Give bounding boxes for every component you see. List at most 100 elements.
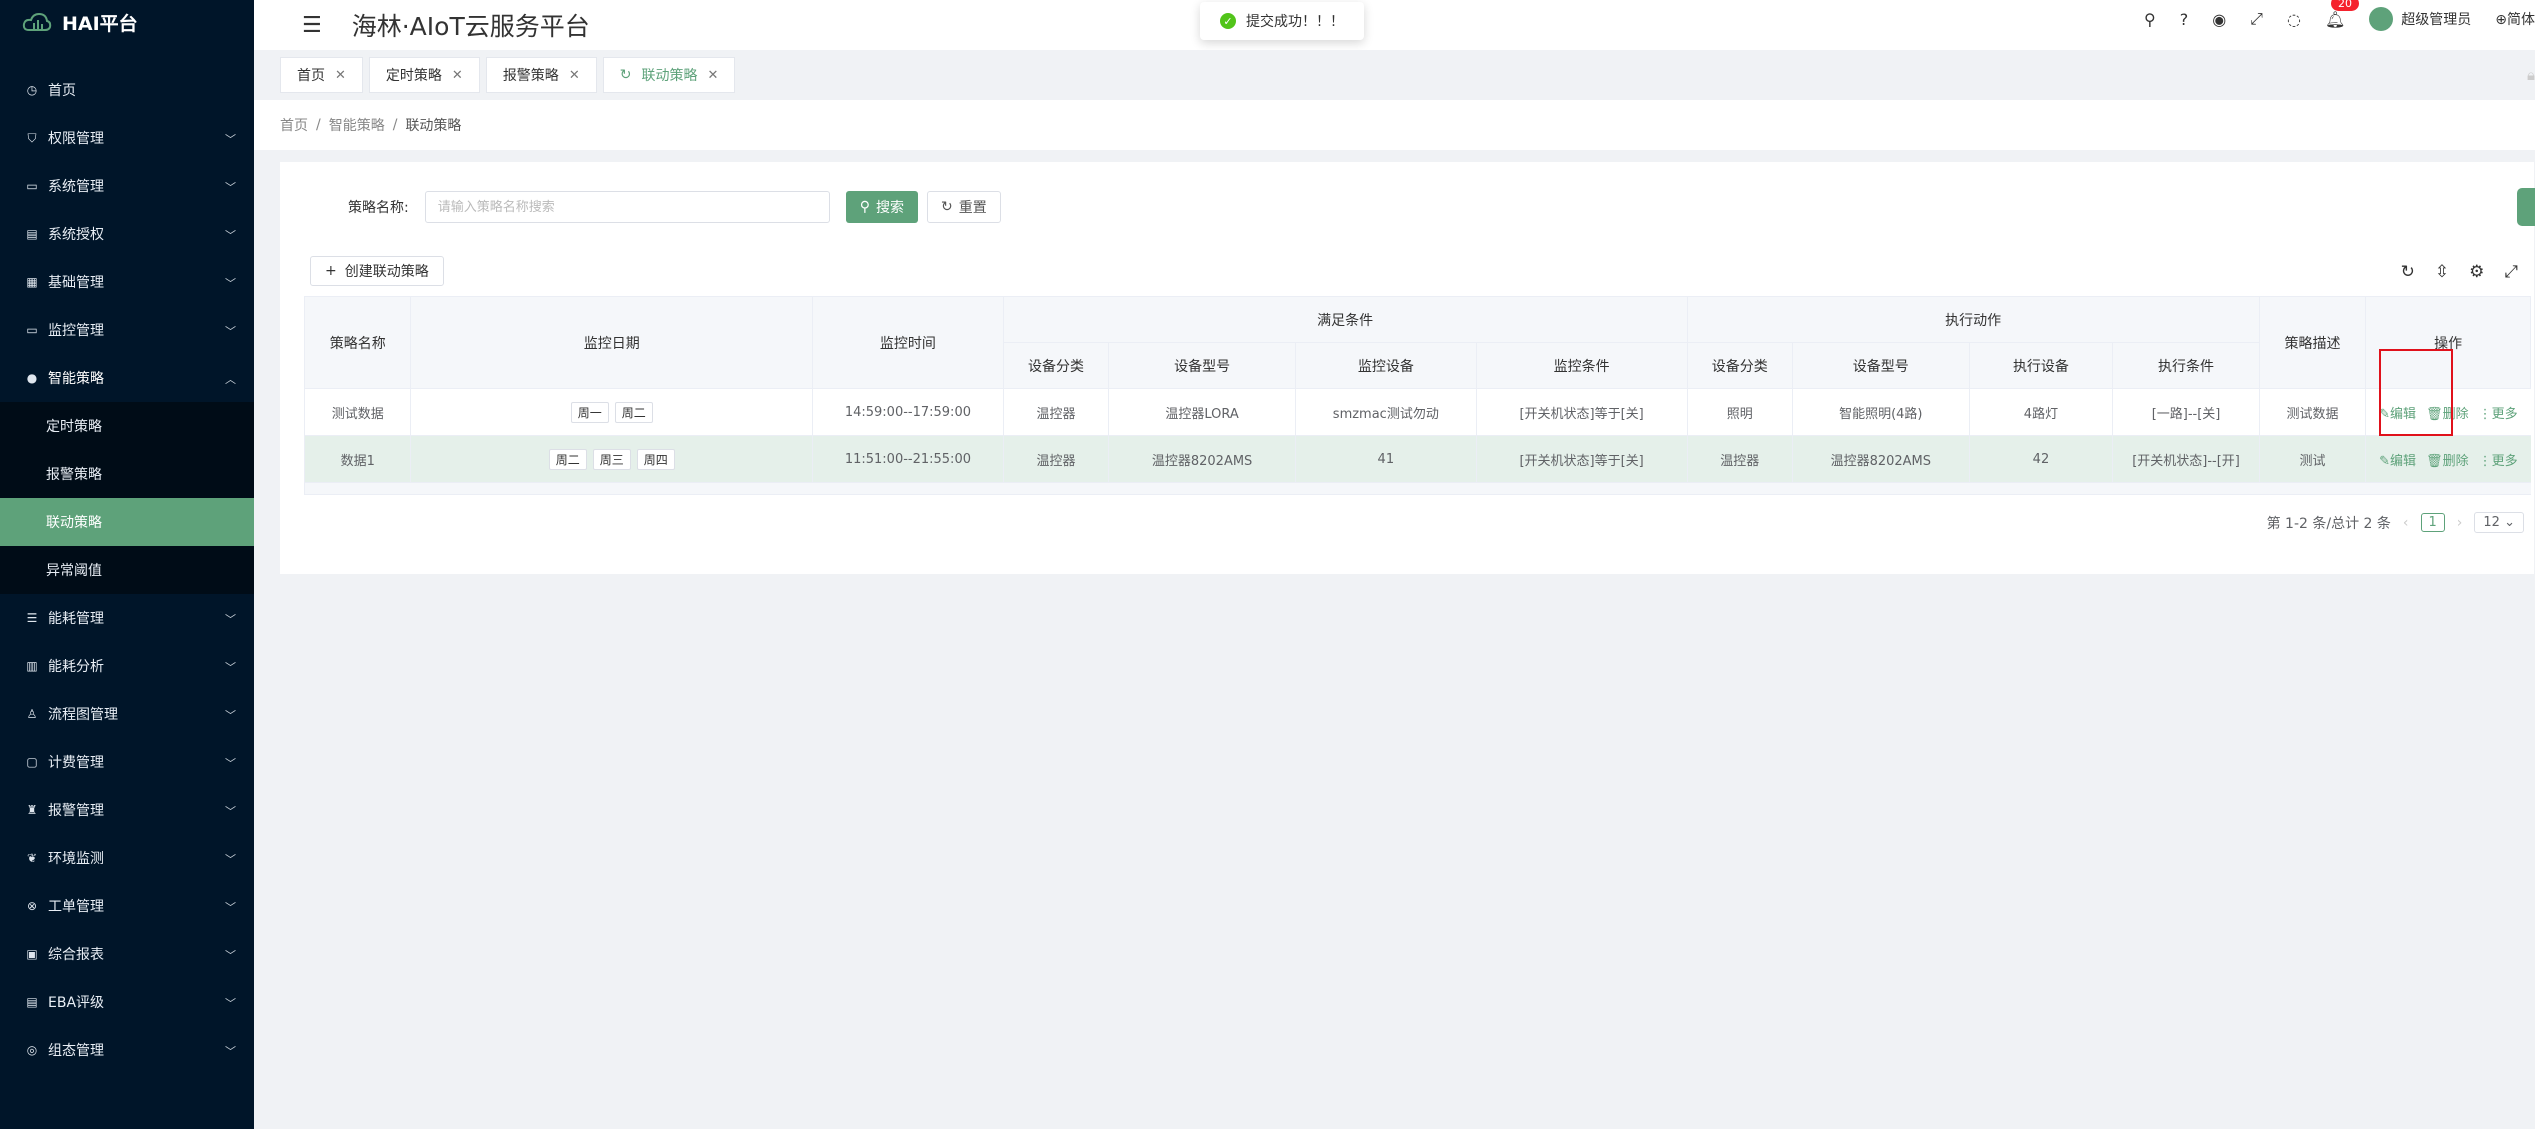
cell-name: 数据1 (303, 435, 411, 483)
column-height-icon[interactable]: ⇳ (2435, 262, 2449, 282)
cell-name: 测试数据 (303, 388, 411, 436)
rating-icon: ▤ (26, 995, 38, 1009)
sidebar-item[interactable]: ♜ 报警管理 ﹀ (0, 786, 254, 834)
refresh-icon[interactable]: ↻ (2401, 262, 2415, 282)
tab-alarm-strategy[interactable]: 报警策略 ✕ (485, 57, 597, 93)
more-button[interactable]: ⋮更多 (2479, 403, 2518, 422)
main-area: ☰ 海林·AIoT云服务平台 ✓ 提交成功！！！ ⚲ ? ◉ ⤢ ◌ 🔔︎ 20 … (254, 0, 2535, 1129)
sidebar-item[interactable]: ❦ 环境监测 ﹀ (0, 834, 254, 882)
sidebar-item[interactable]: ● 智能策略 ︿ (0, 354, 254, 402)
reset-button[interactable]: ↻ 重置 (926, 191, 1001, 223)
close-icon[interactable]: ✕ (707, 68, 718, 83)
row-actions: ✎编辑 🗑︎删除 ⋮更多 (2366, 450, 2530, 469)
plus-icon: + (325, 263, 337, 279)
table-spacer-row (304, 482, 2531, 495)
chevron-down-icon: ﹀ (225, 229, 236, 242)
sidebar-item[interactable]: ♙ 流程图管理 ﹀ (0, 690, 254, 738)
github-icon[interactable]: ◉ (2212, 10, 2226, 29)
search-form: 策略名称: ⚲ 搜索 ↻ 重置 (348, 191, 1001, 223)
tab-home[interactable]: 首页 ✕ (280, 57, 363, 93)
prev-page-icon[interactable]: ‹ (2403, 515, 2409, 531)
table-row[interactable]: 测试数据 周一 周二 14:59:00--17:59:00 温控器 温控器LORA smzm… (303, 388, 2531, 436)
col-group-action: 执行动作 (1686, 296, 2260, 343)
sidebar-item-label: 组态管理 (48, 1043, 104, 1059)
submenu-item[interactable]: 报警策略 (0, 450, 254, 498)
cloud-logo-icon (22, 12, 52, 31)
tab-linkage-strategy[interactable]: ↻ 联动策略 ✕ (602, 57, 736, 93)
side-drawer-handle[interactable] (2517, 188, 2535, 226)
sidebar-item[interactable]: ▭ 监控管理 ﹀ (0, 306, 254, 354)
search-icon[interactable]: ⚲ (2144, 10, 2156, 29)
sidebar-item[interactable]: ⊗ 工单管理 ﹀ (0, 882, 254, 930)
sidebar-item[interactable]: ▥ 能耗分析 ﹀ (0, 642, 254, 690)
size-icon[interactable]: ◌ (2287, 10, 2301, 29)
col-header-time: 监控时间 (812, 296, 1004, 389)
day-tag: 周三 (592, 448, 631, 470)
sidebar-item-label: 系统授权 (48, 227, 104, 243)
submenu-item[interactable]: 定时策略 (0, 402, 254, 450)
page-size-select[interactable]: 12 ⌄ (2474, 512, 2524, 533)
cell-a_cat: 温控器 (1686, 435, 1793, 483)
submenu-item[interactable]: 联动策略 (0, 498, 254, 546)
chevron-down-icon: ﹀ (225, 757, 236, 770)
settings-icon[interactable]: ⚙ (2469, 262, 2484, 282)
language-switch[interactable]: ⊕简体 (2495, 9, 2535, 29)
edit-button[interactable]: ✎编辑 (2379, 450, 2416, 469)
sidebar-item[interactable]: ▦ 基础管理 ﹀ (0, 258, 254, 306)
day-tag: 周四 (636, 448, 675, 470)
bell-icon[interactable]: 🔔︎ 20 (2325, 0, 2359, 29)
billing-icon: ▢ (26, 755, 38, 769)
user-menu[interactable]: 超级管理员 (2369, 7, 2471, 31)
sidebar-item[interactable]: ⛉ 权限管理 ﹀ (0, 114, 254, 162)
cell-desc: 测试数据 (2258, 388, 2366, 436)
close-icon[interactable]: ✕ (569, 68, 580, 83)
edit-icon: ✎ (2379, 453, 2391, 469)
search-button[interactable]: ⚲ 搜索 (845, 191, 918, 223)
chevron-down-icon: ﹀ (225, 949, 236, 962)
help-icon[interactable]: ? (2180, 10, 2189, 29)
more-label: 更多 (2491, 406, 2518, 422)
sidebar-item[interactable]: ▤ EBA评级 ﹀ (0, 978, 254, 1026)
sidebar-item[interactable]: ▭ 系统管理 ﹀ (0, 162, 254, 210)
col-header-action-model: 设备型号 (1791, 342, 1970, 389)
create-button-label: 创建联动策略 (344, 264, 429, 280)
create-linkage-button[interactable]: + 创建联动策略 (310, 256, 444, 286)
col-header-desc: 策略描述 (2258, 296, 2367, 389)
fullscreen-icon[interactable]: ⤢ (2504, 262, 2518, 282)
col-header-cond-device: 监控设备 (1294, 342, 1477, 389)
sidebar-item[interactable]: ▤ 系统授权 ﹀ (0, 210, 254, 258)
close-icon[interactable]: ✕ (335, 68, 346, 83)
toast-message: 提交成功！！！ (1246, 14, 1344, 30)
app-title: 海林·AIoT云服务平台 (351, 12, 590, 41)
chevron-down-icon: ﹀ (225, 853, 236, 866)
more-button[interactable]: ⋮更多 (2479, 450, 2518, 469)
table-row[interactable]: 数据1 周二 周三 周四 11:51:00--21:55:00 温控器 温控器8202AMS… (303, 435, 2531, 483)
delete-button[interactable]: 🗑︎删除 (2426, 450, 2469, 469)
sidebar-item[interactable]: ☰ 能耗管理 ﹀ (0, 594, 254, 642)
flow-icon: ♙ (26, 707, 38, 721)
page-size-value: 12 (2483, 515, 2500, 530)
sidebar-menu: ◷ 首页 ⛉ 权限管理 ﹀ ▭ 系统管理 ﹀ ▤ 系统授权 ﹀ ▦ 基础管理 ﹀ ▭ 监控管理 ﹀ ● 智能策略 ︿ 定… (0, 66, 254, 1074)
cell-time: 11:51:00--21:55:00 (812, 435, 1004, 483)
breadcrumb-current: 联动策略 (405, 118, 462, 134)
fullscreen-icon[interactable]: ⤢ (2250, 9, 2263, 29)
breadcrumb-parent[interactable]: 智能策略 (329, 115, 385, 135)
strategy-name-input[interactable] (424, 191, 830, 223)
close-icon[interactable]: ✕ (452, 68, 463, 83)
page-number[interactable]: 1 (2420, 513, 2445, 532)
submenu-item[interactable]: 异常阈值 (0, 546, 254, 594)
table-footer (304, 482, 2531, 495)
sidebar-item[interactable]: ◎ 组态管理 ﹀ (0, 1026, 254, 1074)
logo[interactable]: HAI平台 (0, 0, 254, 44)
tab-timed-strategy[interactable]: 定时策略 ✕ (368, 57, 480, 93)
next-page-icon[interactable]: › (2457, 515, 2463, 531)
refresh-icon[interactable]: ↻ (620, 67, 632, 83)
sidebar-item[interactable]: ▣ 综合报表 ﹀ (0, 930, 254, 978)
breadcrumb-home[interactable]: 首页 (280, 115, 308, 135)
cell-ops: ✎编辑 🗑︎删除 ⋮更多 (2365, 435, 2531, 483)
sidebar-item[interactable]: ▢ 计费管理 ﹀ (0, 738, 254, 786)
cell-c_cat: 温控器 (1002, 388, 1109, 436)
menu-toggle-icon[interactable]: ☰ (302, 13, 322, 38)
lock-icon[interactable]: 🔒︎ (2527, 66, 2535, 84)
sidebar-item[interactable]: ◷ 首页 (0, 66, 254, 114)
